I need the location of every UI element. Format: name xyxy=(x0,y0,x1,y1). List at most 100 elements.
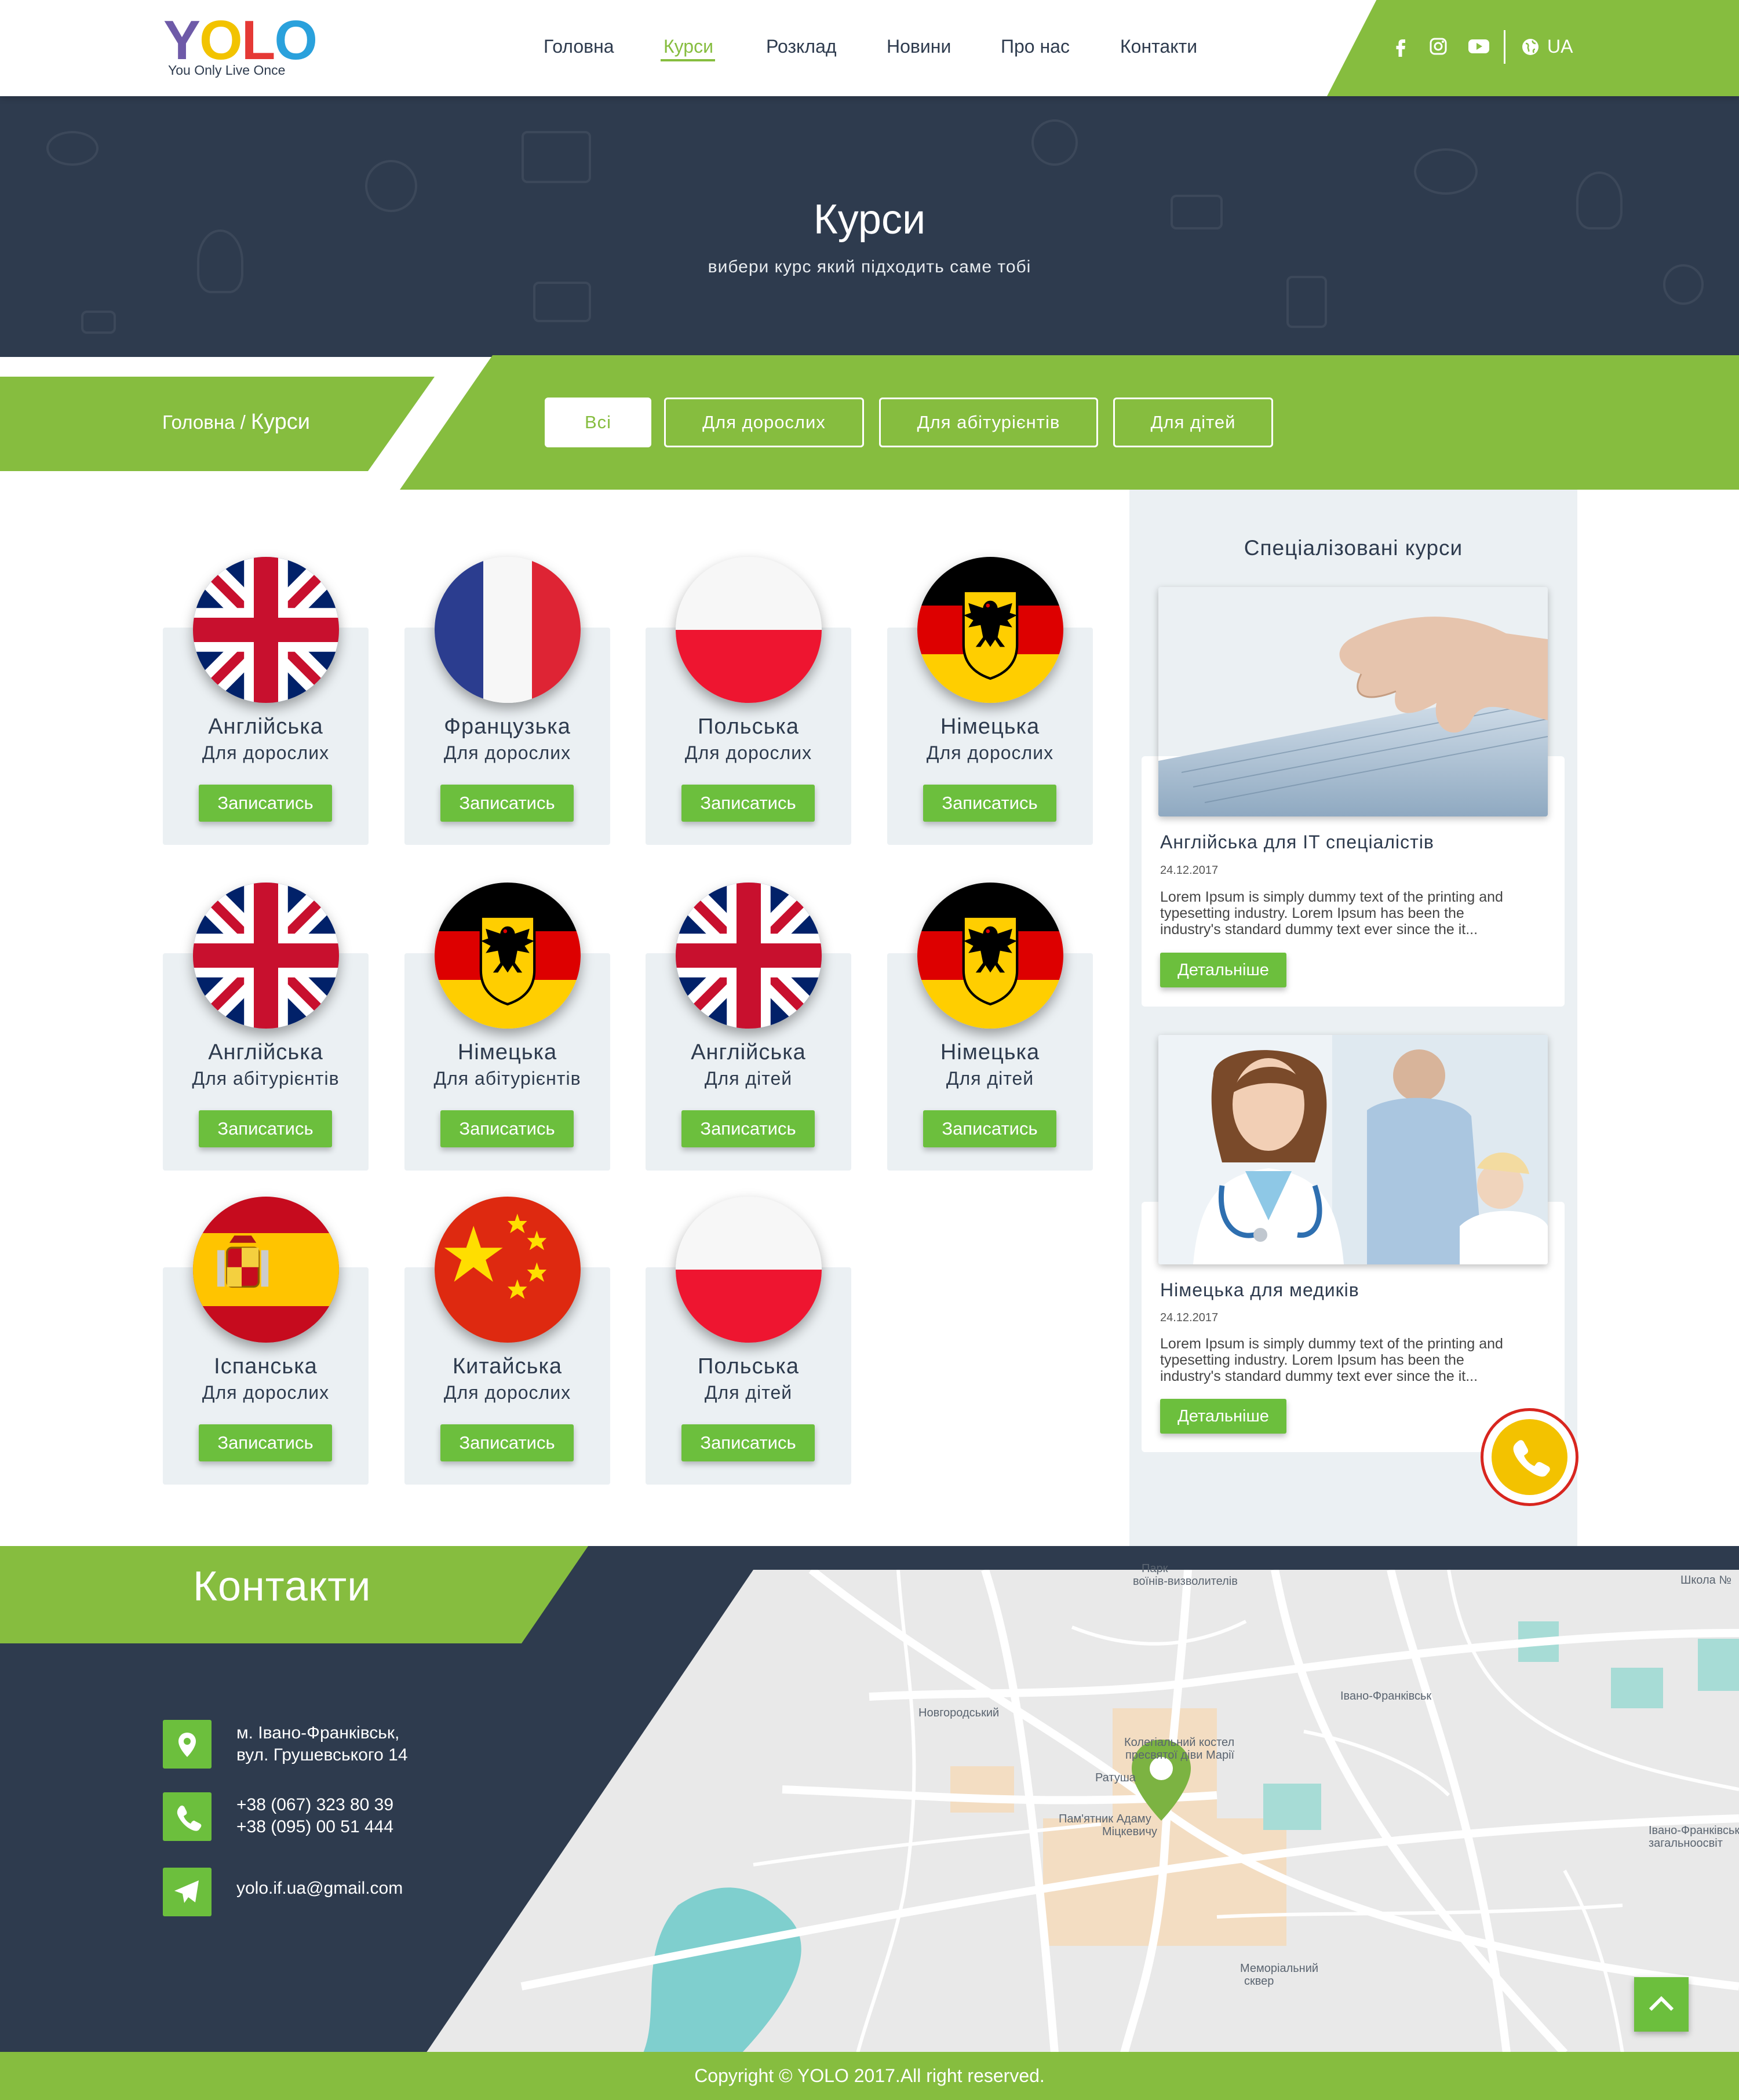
enroll-button[interactable]: Записатись xyxy=(681,785,815,822)
map-label: Школа № xyxy=(1680,1574,1731,1587)
contacts-title: Контакти xyxy=(193,1563,371,1610)
doctor-image xyxy=(1158,1035,1548,1264)
doodle-decoration xyxy=(522,131,591,183)
language-switch[interactable]: UA xyxy=(1547,36,1573,57)
course-language: Німецька xyxy=(940,1040,1040,1064)
map-label: Івано-Франківськ xyxy=(1649,1824,1739,1837)
course-category: Для дітей xyxy=(704,1068,793,1089)
course-language: Іспанська xyxy=(214,1354,318,1379)
address-line: вул. Грушевського 14 xyxy=(236,1745,408,1764)
course-language: Китайська xyxy=(452,1354,563,1379)
course-category: Для дітей xyxy=(946,1068,1034,1089)
instagram-icon[interactable] xyxy=(1427,35,1450,58)
description-line: typesetting industry. Lorem Ipsum has be… xyxy=(1160,905,1464,921)
description-line: Lorem Ipsum is simply dummy text of the … xyxy=(1160,1336,1503,1352)
globe-icon xyxy=(1521,38,1540,56)
special-course-title[interactable]: Німецька для медиків xyxy=(1160,1279,1359,1301)
nav-item-contacts[interactable]: Контакти xyxy=(1120,36,1197,57)
course-category: Для дорослих xyxy=(684,742,812,763)
logo-letter: O xyxy=(274,9,318,71)
footer-copyright: Copyright © YOLO 2017.All right reserved… xyxy=(0,2052,1739,2100)
flag-uk-icon xyxy=(193,557,339,703)
logo-tagline: You Only Live Once xyxy=(168,63,286,78)
course-language: Польська xyxy=(698,714,799,739)
flag-es-icon xyxy=(193,1197,339,1343)
flag-uk-icon xyxy=(193,883,339,1029)
details-button[interactable]: Детальніше xyxy=(1160,953,1286,987)
sidebar-title: Спеціалізовані курси xyxy=(1244,536,1463,560)
facebook-icon[interactable] xyxy=(1390,35,1413,58)
enroll-button[interactable]: Записатись xyxy=(681,1110,815,1147)
chevron-up-icon xyxy=(1649,1996,1674,2011)
course-category: Для дорослих xyxy=(202,1382,330,1403)
logo-letter: Y xyxy=(163,9,200,71)
map-label: Парк xyxy=(1142,1562,1168,1575)
special-course-description: Lorem Ipsum is simply dummy text of the … xyxy=(1160,889,1548,938)
flag-de-icon xyxy=(435,883,581,1029)
scroll-top-button[interactable] xyxy=(1634,1977,1689,2032)
enroll-button[interactable]: Записатись xyxy=(440,1110,574,1147)
enroll-button[interactable]: Записатись xyxy=(199,785,332,822)
details-button[interactable]: Детальніше xyxy=(1160,1399,1286,1434)
address-line: м. Івано-Франківськ, xyxy=(236,1723,400,1742)
phone-line[interactable]: +38 (067) 323 80 39 xyxy=(236,1794,393,1816)
youtube-icon[interactable] xyxy=(1466,35,1492,58)
breadcrumb-current: Курси xyxy=(250,410,310,434)
map-label: загальноосвіт xyxy=(1649,1837,1723,1850)
filter-applicants-button[interactable]: Для абітурієнтів xyxy=(879,398,1098,447)
hero-banner: Курси вибери курс який підходить саме то… xyxy=(0,96,1739,357)
special-course-date: 24.12.2017 xyxy=(1160,1311,1219,1324)
description-line: typesetting industry. Lorem Ipsum has be… xyxy=(1160,1352,1464,1368)
flag-cn-icon xyxy=(435,1197,581,1343)
flag-fr-icon xyxy=(435,557,581,703)
enroll-button[interactable]: Записатись xyxy=(199,1110,332,1147)
enroll-button[interactable]: Записатись xyxy=(440,785,574,822)
enroll-button[interactable]: Записатись xyxy=(681,1424,815,1461)
map-label: Меморіальний xyxy=(1240,1962,1319,1975)
logo-letter: O xyxy=(199,9,243,71)
logo-letter: L xyxy=(241,9,276,71)
enroll-button[interactable]: Записатись xyxy=(923,785,1056,822)
logo[interactable]: YOLO xyxy=(163,13,318,68)
map-label: пресвятої діви Марії xyxy=(1125,1749,1235,1762)
map-label: Ратуша xyxy=(1095,1771,1136,1784)
location-icon xyxy=(163,1720,212,1769)
filter-all-button[interactable]: Всі xyxy=(545,398,651,447)
map-label: Міцкевичу xyxy=(1102,1825,1157,1838)
flag-de-icon xyxy=(917,557,1063,703)
special-course-title[interactable]: Англійська для IT спеціалістів xyxy=(1160,832,1434,853)
nav-item-news[interactable]: Новини xyxy=(887,36,951,57)
nav-item-schedule[interactable]: Розклад xyxy=(766,36,837,57)
breadcrumb-home[interactable]: Головна xyxy=(162,411,235,433)
map-label: Пам'ятник Адаму xyxy=(1059,1813,1151,1825)
call-back-button[interactable] xyxy=(1481,1408,1578,1506)
page-title: Курси xyxy=(813,196,926,243)
description-line: Lorem Ipsum is simply dummy text of the … xyxy=(1160,889,1503,905)
filter-kids-button[interactable]: Для дітей xyxy=(1113,398,1273,447)
nav-item-courses[interactable]: Курси xyxy=(663,36,713,57)
course-category: Для дітей xyxy=(704,1382,793,1403)
nav-item-home[interactable]: Головна xyxy=(544,36,614,57)
course-language: Німецька xyxy=(940,714,1040,739)
enroll-button[interactable]: Записатись xyxy=(923,1110,1056,1147)
enroll-button[interactable]: Записатись xyxy=(199,1424,332,1461)
course-language: Французька xyxy=(444,714,571,739)
contact-email[interactable]: yolo.if.ua@gmail.com xyxy=(236,1877,403,1900)
description-line: industry's standard dummy text ever sinc… xyxy=(1160,921,1478,938)
course-language: Польська xyxy=(698,1354,799,1379)
map-label: сквер xyxy=(1244,1975,1274,1988)
send-icon xyxy=(163,1868,212,1916)
course-language: Англійська xyxy=(208,714,323,739)
laptop-typing-image xyxy=(1158,587,1548,816)
phone-line[interactable]: +38 (095) 00 51 444 xyxy=(236,1816,393,1838)
map-label: Івано-Франківськ xyxy=(1340,1690,1432,1702)
course-category: Для дорослих xyxy=(926,742,1054,763)
flag-de-icon xyxy=(917,883,1063,1029)
course-language: Англійська xyxy=(208,1040,323,1064)
nav-item-about[interactable]: Про нас xyxy=(1001,36,1070,57)
course-category: Для абітурієнтів xyxy=(433,1068,581,1089)
enroll-button[interactable]: Записатись xyxy=(440,1424,574,1461)
filter-adults-button[interactable]: Для дорослих xyxy=(664,398,864,447)
course-category: Для дорослих xyxy=(443,1382,571,1403)
nav-active-underline xyxy=(661,59,715,61)
